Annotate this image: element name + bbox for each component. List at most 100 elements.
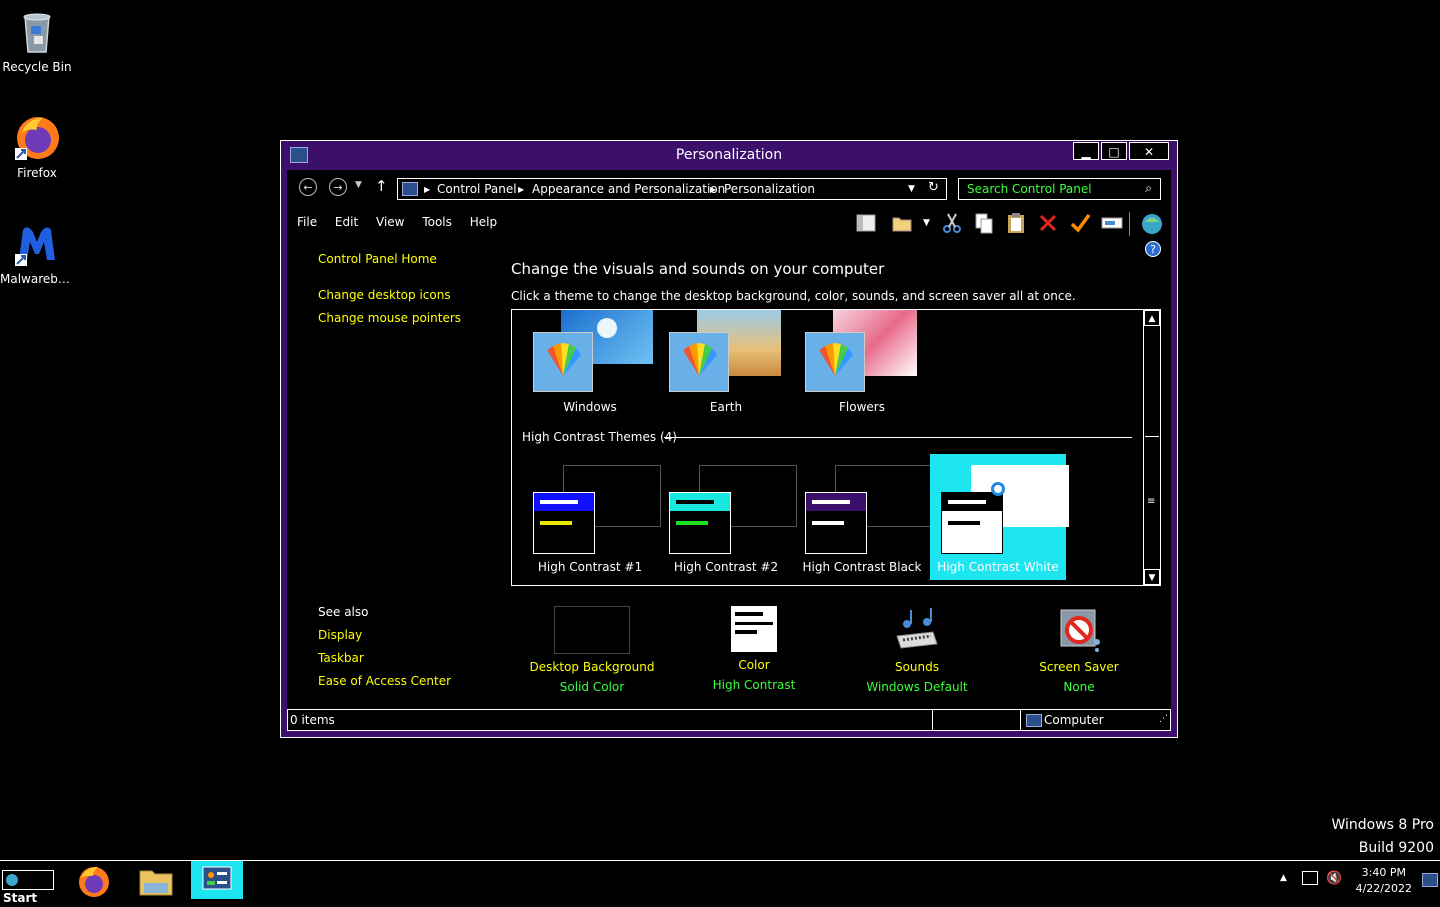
menu-help[interactable]: Help [470,215,497,229]
taskbar-file-explorer[interactable] [130,863,182,899]
windows-build-watermark: Build 9200 [1358,840,1434,856]
scroll-up-icon[interactable]: ▲ [1144,310,1160,326]
move-to-folder-icon[interactable] [891,212,913,234]
taskbar-link[interactable]: Taskbar [318,651,364,665]
volume-muted-icon[interactable]: 🔇 [1326,871,1342,886]
color-window-icon [731,606,777,652]
ease-of-access-link[interactable]: Ease of Access Center [318,674,451,688]
menu-edit[interactable]: Edit [335,215,358,229]
close-button[interactable]: ✕ [1129,142,1169,160]
color-fan-icon [683,343,717,376]
copy-icon[interactable] [973,212,995,234]
taskbar-firefox[interactable] [68,863,120,899]
theme-high-contrast-2[interactable]: High Contrast #2 [660,462,797,574]
globe-icon[interactable] [1141,212,1163,234]
personalization-window: Personalization ▁ □ ✕ ← → ▼ ↑ ▶ Control … [280,140,1178,738]
search-box[interactable]: Search Control Panel ⌕ [958,178,1161,200]
menu-bar: File Edit View Tools Help [297,215,511,229]
desktop-icon-malwarebytes[interactable]: Malwareby... [0,220,74,286]
sounds-setting[interactable]: Sounds Windows Default [842,606,992,694]
theme-high-contrast-1[interactable]: High Contrast #1 [524,462,661,574]
display-link[interactable]: Display [318,628,362,642]
title-bar[interactable]: Personalization ▁ □ ✕ [281,141,1177,170]
forward-arrow-icon[interactable]: → [329,178,347,196]
network-icon[interactable] [1302,871,1318,885]
address-bar[interactable]: ▶ Control Panel ▶ Appearance and Persona… [397,178,947,200]
theme-hc2-label: High Contrast #2 [673,560,779,574]
refresh-icon[interactable]: ↻ [928,180,939,195]
status-item-count: 0 items [290,713,335,727]
breadcrumb-appearance[interactable]: Appearance and Personalization [532,182,725,196]
themes-scrollbar[interactable]: ▲ ≡ ▼ [1143,310,1160,585]
theme-high-contrast-black[interactable]: High Contrast Black [796,462,933,574]
cut-icon[interactable] [941,212,963,234]
paste-icon[interactable] [1005,212,1027,234]
color-fan-icon [819,343,853,376]
desktop-background-setting[interactable]: Desktop Background Solid Color [517,606,667,694]
desktop-background-title[interactable]: Desktop Background [517,660,667,674]
theme-hc1-label: High Contrast #1 [537,560,643,574]
start-button[interactable]: Start [2,870,54,905]
desktop-icon-firefox[interactable]: Firefox [0,114,74,180]
screen-saver-setting[interactable]: Screen Saver None [1004,606,1154,694]
up-arrow-icon[interactable]: ↑ [375,177,388,195]
screen-saver-value: None [1063,680,1095,694]
properties-check-icon[interactable] [1069,212,1091,234]
theme-earth[interactable]: Earth [660,310,792,414]
address-dropdown-icon[interactable]: ▼ [908,184,915,194]
desktop-icon-recycle-bin[interactable]: Recycle Bin [0,8,74,74]
clock[interactable]: 3:40 PM 4/22/2022 [1356,865,1412,897]
screen-saver-title[interactable]: Screen Saver [1004,660,1154,674]
recycle-bin-icon [13,8,61,56]
theme-hc1-thumbnail [529,462,661,554]
minimize-button[interactable]: ▁ [1073,142,1099,160]
control-panel-home-link[interactable]: Control Panel Home [318,252,437,266]
menu-view[interactable]: View [376,215,404,229]
breadcrumb-personalization[interactable]: Personalization [724,182,815,196]
theme-windows[interactable]: Windows [524,310,656,414]
taskbar: Start ▲ 🔇 3:40 PM 4/22/2022 [0,860,1440,905]
malwarebytes-icon [13,220,61,268]
resize-grip-icon[interactable]: ⋰ [1159,714,1168,724]
high-contrast-group-title: High Contrast Themes (4) [522,430,677,444]
change-desktop-icons-link[interactable]: Change desktop icons [318,288,451,302]
color-setting[interactable]: Color High Contrast [679,606,829,692]
sounds-title[interactable]: Sounds [842,660,992,674]
group-divider [664,437,1132,438]
scroll-thumb-grip-icon[interactable]: ≡ [1147,496,1155,507]
show-desktop-icon[interactable] [1422,873,1438,887]
maximize-button[interactable]: □ [1101,142,1127,160]
search-icon[interactable]: ⌕ [1145,181,1152,196]
theme-hcblack-thumbnail [801,462,933,554]
theme-high-contrast-white-selected[interactable]: High Contrast White [930,454,1069,580]
themes-list: Windows Earth Flowers High Contrast Them… [511,309,1161,586]
menu-tools[interactable]: Tools [422,215,452,229]
search-input[interactable]: Search Control Panel [967,182,1092,196]
recent-pages-chevron-icon[interactable]: ▼ [355,180,362,190]
back-arrow-icon[interactable]: ← [299,178,317,196]
scroll-track[interactable] [1145,326,1159,437]
taskbar-control-panel-active[interactable] [191,861,243,899]
color-value: High Contrast [712,678,796,692]
menu-file[interactable]: File [297,215,317,229]
change-mouse-pointers-link[interactable]: Change mouse pointers [318,311,461,325]
toolbar-dropdown-icon[interactable]: ▼ [923,218,930,228]
rename-icon[interactable] [1101,212,1123,234]
firefox-icon [13,114,61,162]
delete-icon[interactable] [1037,212,1059,234]
start-label: Start [3,891,38,905]
color-title[interactable]: Color [679,658,829,672]
scroll-down-icon[interactable]: ▼ [1144,569,1160,585]
show-hidden-icons-chevron[interactable]: ▲ [1280,873,1287,883]
theme-earth-thumbnail [665,310,787,394]
control-panel-icon [202,866,232,890]
theme-flowers[interactable]: Flowers [796,310,928,414]
page-title: Change the visuals and sounds on your co… [511,260,885,278]
desktop-background-swatch [554,606,630,654]
screen-saver-icon [1055,606,1103,654]
folders-pane-icon[interactable] [855,212,877,234]
breadcrumb-control-panel[interactable]: Control Panel [437,182,517,196]
theme-flowers-thumbnail [801,310,923,394]
help-icon[interactable]: ? [1145,241,1161,257]
theme-hcwhite-label: High Contrast White [937,560,1059,574]
